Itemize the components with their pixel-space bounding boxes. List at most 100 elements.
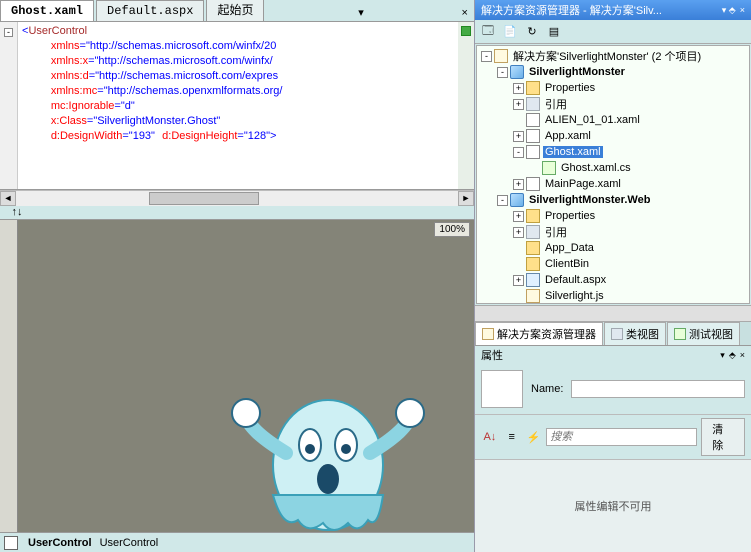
- tab-close-button[interactable]: ×: [456, 5, 474, 21]
- toolbar-properties-icon[interactable]: 🗔: [479, 23, 497, 41]
- property-search-input[interactable]: [546, 428, 697, 446]
- tree-label[interactable]: App.xaml: [543, 130, 593, 142]
- xaml-code-editor[interactable]: - <UserControl xmlns="http://schemas.mic…: [0, 22, 474, 190]
- tab-ghost-xaml[interactable]: Ghost.xaml: [0, 0, 94, 21]
- editor-tabs: Ghost.xaml Default.aspx 起始页 ▾ ×: [0, 0, 474, 22]
- breadcrumb-root[interactable]: UserControl: [24, 537, 96, 549]
- tree-label[interactable]: 引用: [543, 224, 569, 240]
- tree-node[interactable]: + Default.aspx: [477, 272, 749, 288]
- properties-header[interactable]: 属性 ▾ ⬘ ×: [475, 346, 751, 364]
- panel-close-icon[interactable]: ×: [740, 5, 745, 15]
- sort-category-icon[interactable]: ≡: [503, 428, 521, 446]
- tabs-dropdown-icon[interactable]: ▾: [352, 4, 370, 21]
- code-hscrollbar[interactable]: ◄ ►: [0, 190, 474, 206]
- toolbar-showall-icon[interactable]: 📄: [501, 23, 519, 41]
- properties-name-row: Name:: [475, 364, 751, 414]
- tree-label[interactable]: Properties: [543, 82, 597, 94]
- tree-node[interactable]: ALIEN_01_01.xaml: [477, 112, 749, 128]
- tree-node[interactable]: - 解决方案'SilverlightMonster' (2 个项目): [477, 48, 749, 64]
- tree-node[interactable]: - SilverlightMonster.Web: [477, 192, 749, 208]
- tree-toggle-icon[interactable]: +: [513, 99, 524, 110]
- design-canvas[interactable]: 100%: [18, 220, 474, 532]
- toolbar-nest-icon[interactable]: ▤: [545, 23, 563, 41]
- tree-label[interactable]: SilverlightMonster: [527, 66, 627, 78]
- tree-label[interactable]: ALIEN_01_01.xaml: [543, 114, 642, 126]
- tree-toggle-icon[interactable]: +: [513, 275, 524, 286]
- tree-node[interactable]: + 引用: [477, 224, 749, 240]
- tree-toggle-icon[interactable]: -: [497, 67, 508, 78]
- tab-class-view[interactable]: 类视图: [604, 322, 666, 346]
- tree-toggle-icon[interactable]: +: [513, 83, 524, 94]
- tree-node[interactable]: + MainPage.xaml: [477, 176, 749, 192]
- tree-label[interactable]: Ghost.xaml: [543, 146, 603, 158]
- scroll-track[interactable]: [16, 191, 458, 206]
- tree-label[interactable]: 解决方案'SilverlightMonster' (2 个项目): [511, 48, 703, 64]
- name-input[interactable]: [571, 380, 745, 398]
- tree-label[interactable]: Ghost.xaml.cs: [559, 162, 633, 174]
- tab-solution-explorer[interactable]: 解决方案资源管理器: [475, 322, 603, 346]
- properties-dropdown-icon[interactable]: ▾: [720, 350, 725, 361]
- sort-alpha-icon[interactable]: A↓: [481, 428, 499, 446]
- properties-pin-icon[interactable]: ⬘: [729, 350, 736, 361]
- xaml-icon: [526, 129, 540, 143]
- tree-node[interactable]: Ghost.xaml.cs: [477, 160, 749, 176]
- events-icon[interactable]: ⚡: [525, 428, 543, 446]
- tree-toggle-icon[interactable]: -: [513, 147, 524, 158]
- tree-node[interactable]: - Ghost.xaml: [477, 144, 749, 160]
- designer-splitter[interactable]: ↑↓: [0, 206, 474, 220]
- tree-toggle-icon[interactable]: -: [497, 195, 508, 206]
- tree-hscrollbar[interactable]: [475, 305, 751, 321]
- breadcrumb-root-icon[interactable]: [4, 536, 18, 550]
- tree-label[interactable]: SilverlightMonster.Web: [527, 194, 652, 206]
- tree-toggle-icon[interactable]: +: [513, 179, 524, 190]
- tree-node[interactable]: - SilverlightMonster: [477, 64, 749, 80]
- tree-label[interactable]: Default.aspx: [543, 274, 608, 286]
- tree-node[interactable]: Silverlight.js: [477, 288, 749, 304]
- sol-icon: [494, 49, 508, 63]
- breadcrumb-current[interactable]: UserControl: [96, 537, 163, 549]
- tree-node[interactable]: + 引用: [477, 96, 749, 112]
- toolbar-refresh-icon[interactable]: ↻: [523, 23, 541, 41]
- ghost-sprite[interactable]: [228, 375, 428, 532]
- zoom-level[interactable]: 100%: [434, 222, 470, 237]
- tab-test-view[interactable]: 测试视图: [667, 322, 740, 346]
- tree-node[interactable]: App_Data: [477, 240, 749, 256]
- clear-button[interactable]: 清除: [701, 418, 745, 456]
- tree-toggle-icon[interactable]: -: [481, 51, 492, 62]
- xaml-icon: [526, 177, 540, 191]
- tree-label[interactable]: MainPage.xaml: [543, 178, 623, 190]
- solution-explorer-title-bar[interactable]: 解决方案资源管理器 - 解决方案'Silv... ▾ ⬘ ×: [475, 0, 751, 20]
- scroll-right-icon[interactable]: ►: [458, 191, 474, 206]
- tree-toggle-icon[interactable]: +: [513, 131, 524, 142]
- scroll-thumb[interactable]: [149, 192, 260, 205]
- tree-node[interactable]: + Properties: [477, 208, 749, 224]
- fold-icon: [526, 81, 540, 95]
- tab-start-page[interactable]: 起始页: [206, 0, 264, 21]
- code-content[interactable]: <UserControl xmlns="http://schemas.micro…: [18, 22, 458, 189]
- tree-label[interactable]: Silverlight.js: [543, 290, 606, 302]
- properties-close-icon[interactable]: ×: [740, 350, 745, 360]
- solution-tree[interactable]: -解决方案'SilverlightMonster' (2 个项目)-Silver…: [476, 45, 750, 304]
- xaml-icon: [526, 145, 540, 159]
- tree-node[interactable]: + Properties: [477, 80, 749, 96]
- left-pane: Ghost.xaml Default.aspx 起始页 ▾ × - <UserC…: [0, 0, 475, 552]
- solution-explorer-toolbar: 🗔 📄 ↻ ▤: [475, 20, 751, 44]
- panel-pin-icon[interactable]: ▾ ⬘: [722, 5, 736, 16]
- tree-toggle-icon[interactable]: +: [513, 227, 524, 238]
- tree-label[interactable]: ClientBin: [543, 258, 591, 270]
- property-preview-icon: [481, 370, 523, 408]
- tree-label[interactable]: Properties: [543, 210, 597, 222]
- fold-toggle-icon[interactable]: -: [4, 28, 13, 37]
- properties-toolbar: A↓ ≡ ⚡ 清除: [475, 414, 751, 460]
- design-surface[interactable]: 100%: [0, 220, 474, 532]
- tree-label[interactable]: 引用: [543, 96, 569, 112]
- tree-node[interactable]: ClientBin: [477, 256, 749, 272]
- class-view-icon: [611, 328, 623, 340]
- tree-label[interactable]: App_Data: [543, 242, 596, 254]
- scroll-left-icon[interactable]: ◄: [0, 191, 16, 206]
- fold-icon: [526, 209, 540, 223]
- tab-default-aspx[interactable]: Default.aspx: [96, 0, 204, 21]
- tree-toggle-icon[interactable]: +: [513, 211, 524, 222]
- split-swap-icon[interactable]: ↑↓: [2, 206, 32, 218]
- tree-node[interactable]: + App.xaml: [477, 128, 749, 144]
